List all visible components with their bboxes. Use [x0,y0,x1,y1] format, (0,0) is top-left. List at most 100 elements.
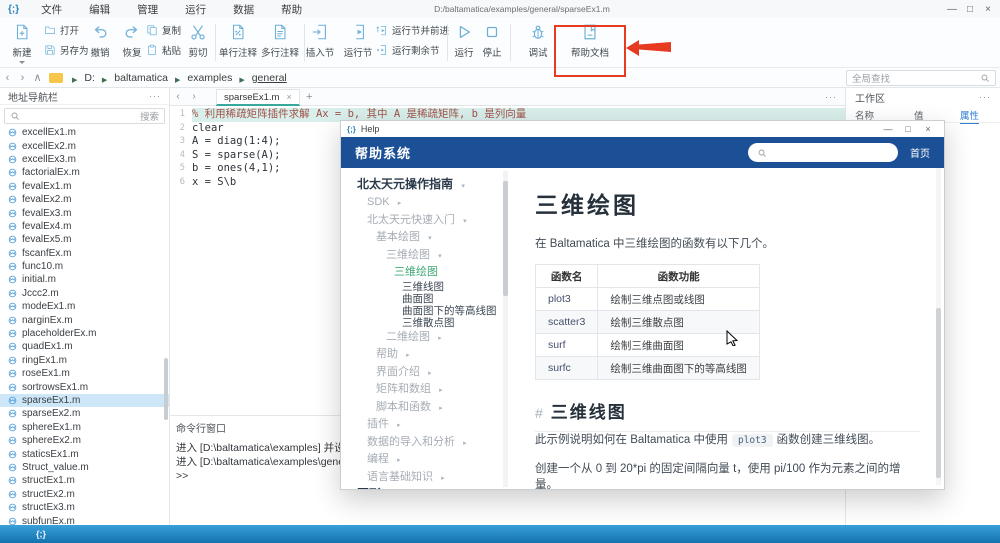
help-nav-item[interactable]: 脚本和函数 [376,399,507,417]
help-nav-item[interactable]: 帮助 [376,347,507,365]
file-item[interactable]: ringEx1.m [0,354,169,367]
help-nav-item[interactable]: 数据的导入和分析 [367,434,507,452]
help-home-link[interactable]: 首页 [910,145,930,160]
global-search-input[interactable]: 全局查找 [846,70,996,86]
file-item[interactable]: fevalEx5.m [0,233,169,246]
copy-button[interactable]: 复制 [146,23,186,37]
tab-sparseEx1[interactable]: sparseEx1.m × [216,89,300,106]
new-tab-icon[interactable]: + [306,91,312,103]
paste-button[interactable]: 粘贴 [146,43,186,57]
file-item[interactable]: fevalEx3.m [0,206,169,219]
help-nav-item[interactable]: 插件 [367,417,507,435]
undo-button[interactable]: 撤销 [84,23,116,59]
nav-forward-icon[interactable]: › [15,72,30,84]
help-content-scrollbar[interactable] [936,168,941,485]
workspace-more-icon[interactable]: ··· [979,92,991,102]
file-item[interactable]: staticsEx1.m [0,447,169,460]
insert-section-button[interactable]: 插入节 [302,23,338,59]
menu-item[interactable]: 帮助 [281,2,302,17]
file-item[interactable]: factorialEx.m [0,166,169,179]
close-button[interactable]: × [980,0,996,18]
help-nav-item[interactable]: 曲面图下的等高线图 [402,305,507,317]
file-item[interactable]: subfunEx.m [0,514,169,525]
file-item[interactable]: structEx3.m [0,501,169,514]
help-nav-item[interactable]: 编程 [367,452,507,470]
help-nav-scrollbar[interactable] [503,171,508,487]
column-attribute[interactable]: 属性 [960,108,979,124]
file-item[interactable]: quadEx1.m [0,340,169,353]
heading-hash-icon[interactable]: # [535,405,543,421]
sidebar-more-icon[interactable]: ··· [149,91,161,101]
minimize-button[interactable]: — [944,0,960,18]
file-item[interactable]: initial.m [0,273,169,286]
help-nav-item[interactable]: 三维绘图 [394,265,507,282]
help-nav-item[interactable]: 二维绘图 [386,329,507,347]
help-close-button[interactable]: × [918,124,938,134]
cut-button[interactable]: 剪切 [182,23,214,59]
file-item[interactable]: func10.m [0,260,169,273]
help-nav-item[interactable]: 北太天元快速入门 [367,212,507,230]
breadcrumb-segment[interactable]: D: [69,69,95,87]
file-item[interactable]: Struct_value.m [0,461,169,474]
file-item[interactable]: sparseEx1.m [0,394,169,407]
help-nav-item[interactable]: 基本绘图 [376,230,507,248]
multi-line-comment-button[interactable]: 多行注释 [258,23,302,59]
tab-back-icon[interactable]: ‹ [170,91,186,102]
file-item[interactable]: Jccc2.m [0,287,169,300]
file-item[interactable]: sphereEx1.m [0,421,169,434]
sidebar-scrollbar[interactable] [164,358,168,420]
file-item[interactable]: structEx1.m [0,474,169,487]
menu-item[interactable]: 文件 [41,2,62,17]
file-item[interactable]: placeholderEx.m [0,327,169,340]
run-remaining-sections-button[interactable]: 运行剩余节 [376,43,446,57]
run-section-button[interactable]: 运行节 [340,23,376,59]
menu-item[interactable]: 管理 [137,2,158,17]
file-item[interactable]: fscanfEx.m [0,247,169,260]
help-nav-item[interactable]: 北太天元操作指南 [357,176,507,195]
menu-item[interactable]: 数据 [233,2,254,17]
nav-up-icon[interactable]: ∧ [30,71,45,84]
file-item[interactable]: excellEx2.m [0,139,169,152]
file-item[interactable]: sortrowsEx1.m [0,380,169,393]
file-item[interactable]: narginEx.m [0,313,169,326]
editor-more-icon[interactable]: ··· [825,92,837,102]
menu-item[interactable]: 编辑 [89,2,110,17]
help-nav-item[interactable]: 矩阵和数组 [376,382,507,400]
tab-close-icon[interactable]: × [286,92,291,102]
help-nav-item[interactable]: 三维绘图 [386,247,507,265]
single-line-comment-button[interactable]: 单行注释 [216,23,260,59]
help-nav-item[interactable]: 曲面图 [402,293,507,305]
breadcrumb-segment[interactable]: examples [172,69,232,87]
new-button[interactable]: 新建 [2,23,42,64]
file-item[interactable]: sphereEx2.m [0,434,169,447]
file-item[interactable]: excellEx1.m [0,126,169,139]
file-item[interactable]: excellEx3.m [0,153,169,166]
stop-button[interactable]: 停止 [476,23,508,59]
help-nav-item[interactable]: 界面介绍 [376,364,507,382]
run-section-advance-button[interactable]: 运行节并前进 [376,23,446,37]
help-nav-item[interactable]: 三维线图 [402,281,507,293]
menu-item[interactable]: 运行 [185,2,206,17]
help-maximize-button[interactable]: □ [898,124,918,134]
sidebar-search-input[interactable]: 搜索 [4,108,165,124]
file-item[interactable]: modeEx1.m [0,300,169,313]
breadcrumb-segment[interactable]: general [236,69,286,87]
file-item[interactable]: fevalEx2.m [0,193,169,206]
help-titlebar[interactable]: {;} Help — □ × [341,121,944,137]
help-nav-item[interactable]: 图形 [357,487,507,490]
help-nav-item[interactable]: SDK [367,195,507,213]
file-item[interactable]: fevalEx4.m [0,220,169,233]
breadcrumb-segment[interactable]: baltamatica [99,69,168,87]
file-item[interactable]: structEx2.m [0,488,169,501]
tab-forward-icon[interactable]: › [186,91,202,102]
nav-back-icon[interactable]: ‹ [0,72,15,84]
file-item[interactable]: roseEx1.m [0,367,169,380]
help-nav-item[interactable]: 语言基础知识 [367,469,507,487]
help-search-input[interactable] [748,143,898,162]
help-minimize-button[interactable]: — [878,124,898,134]
maximize-button[interactable]: □ [962,0,978,18]
file-item[interactable]: fevalEx1.m [0,180,169,193]
file-item[interactable]: sparseEx2.m [0,407,169,420]
redo-button[interactable]: 恢复 [116,23,148,59]
debug-button[interactable]: 调试 [522,23,554,59]
